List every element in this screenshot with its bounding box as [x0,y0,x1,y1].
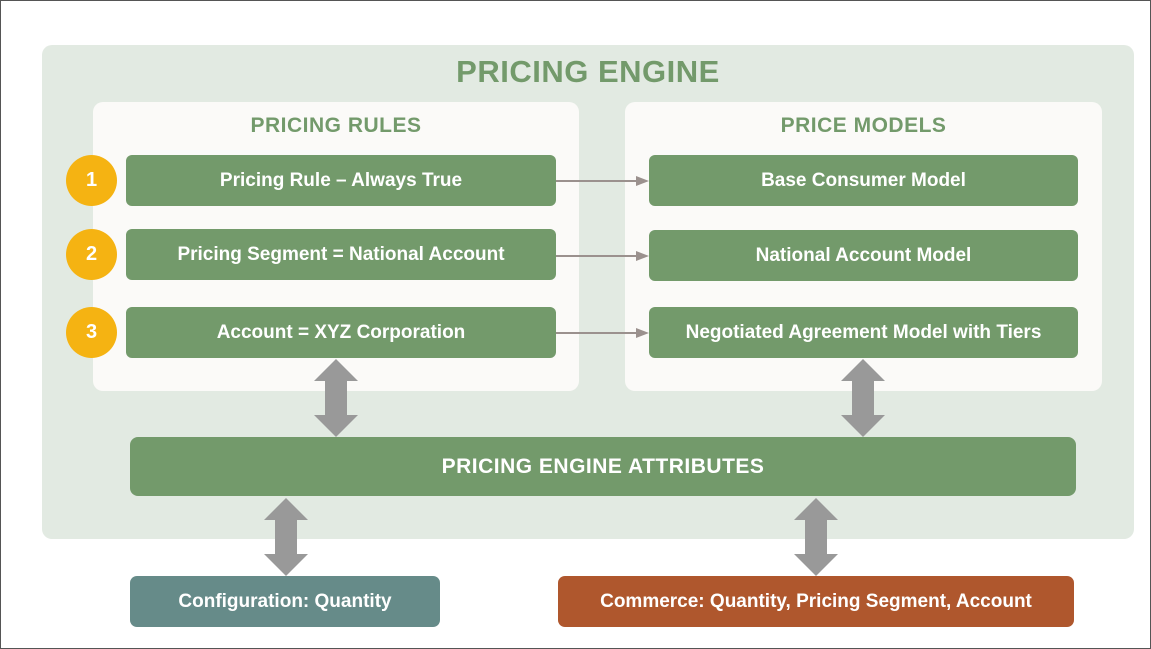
price-model-box: Base Consumer Model [649,155,1078,206]
configuration-source-box: Configuration: Quantity [130,576,440,627]
bidirectional-arrow-icon [314,359,358,437]
commerce-source-box: Commerce: Quantity, Pricing Segment, Acc… [558,576,1074,627]
price-model-box: Negotiated Agreement Model with Tiers [649,307,1078,358]
rule-number-badge: 2 [66,229,117,280]
pricing-rule-box: Account = XYZ Corporation [126,307,556,358]
price-model-box: National Account Model [649,230,1078,281]
rule-number-badge: 1 [66,155,117,206]
pricing-rule-box: Pricing Rule – Always True [126,155,556,206]
pricing-engine-title: PRICING ENGINE [456,54,720,89]
price-models-title: PRICE MODELS [780,114,947,137]
rule-to-model-arrow [556,251,649,261]
bidirectional-arrow-icon [264,498,308,576]
pricing-rules-title: PRICING RULES [250,114,422,137]
rule-number-badge: 3 [66,307,117,358]
pricing-rule-box: Pricing Segment = National Account [126,229,556,280]
rule-to-model-arrow [556,328,649,338]
bidirectional-arrow-icon [841,359,885,437]
rule-to-model-arrow [556,176,649,186]
pricing-engine-attributes-box: PRICING ENGINE ATTRIBUTES [130,437,1076,496]
bidirectional-arrow-icon [794,498,838,576]
